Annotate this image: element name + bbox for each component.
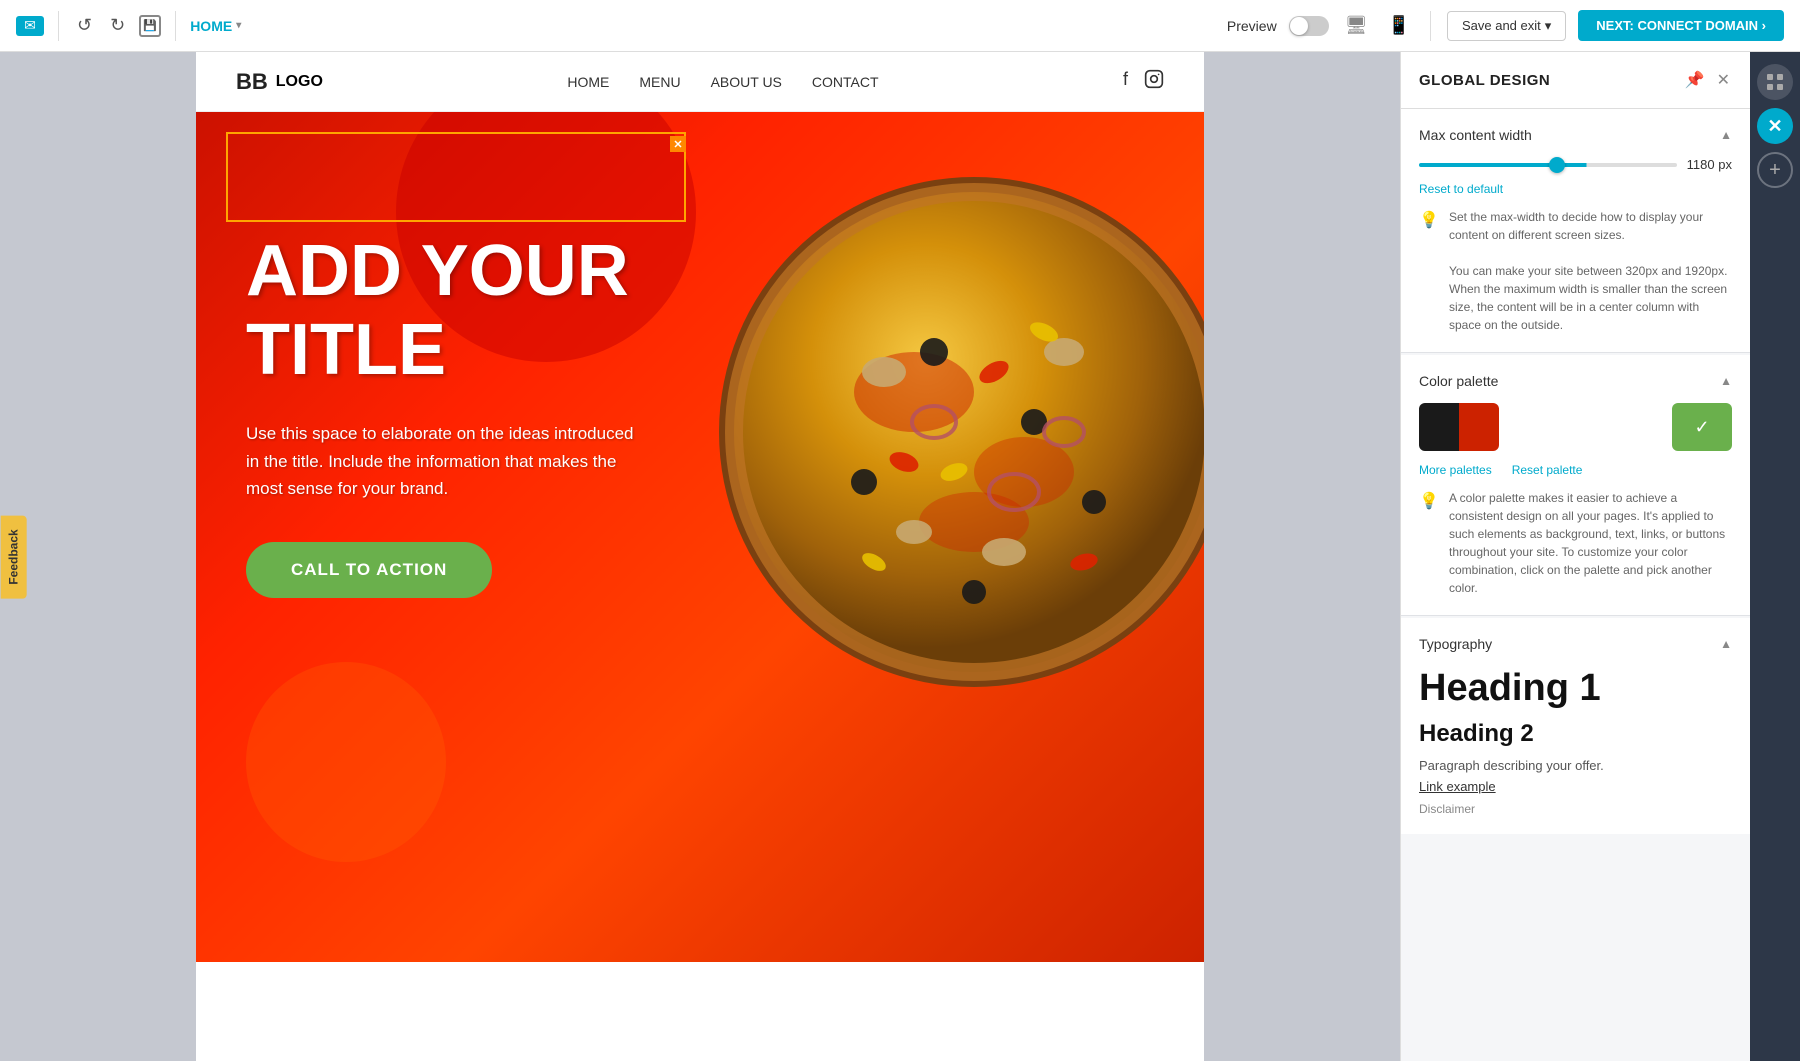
add-element-button[interactable]: + (1757, 152, 1793, 188)
pizza-image (714, 172, 1204, 692)
preview-label: Preview (1227, 18, 1277, 34)
panel-pin-button[interactable]: 📌 (1683, 68, 1707, 92)
nav-logo: BB LOGO (236, 69, 323, 95)
panel-close-button[interactable]: ✕ (1715, 68, 1732, 92)
toolbar: ↺ ↻ 💾 HOME ▾ Preview 🖥 📱 Save and exit ▾… (0, 0, 1800, 52)
section-title-palette: Color palette (1419, 373, 1498, 389)
right-panel: GLOBAL DESIGN 📌 ✕ Max content width ▲ 11… (1400, 52, 1750, 1061)
nav-links: HOME MENU ABOUT US CONTACT (567, 74, 878, 90)
bulb-icon-palette: 💡 (1419, 491, 1439, 511)
plus-icon: + (1769, 159, 1781, 182)
home-dropdown[interactable]: HOME ▾ (190, 18, 241, 34)
chevron-up-icon-typo[interactable]: ▲ (1720, 637, 1732, 651)
bulb-icon: 💡 (1419, 210, 1439, 230)
nav-contact[interactable]: CONTACT (812, 74, 879, 90)
next-connect-domain-button[interactable]: NEXT: CONNECT DOMAIN › (1578, 10, 1784, 41)
site-nav: BB LOGO HOME MENU ABOUT US CONTACT f (196, 52, 1204, 112)
save-icon[interactable]: 💾 (139, 15, 161, 37)
logo-bb: BB (236, 69, 268, 95)
info-row-width: 💡 Set the max-width to decide how to dis… (1419, 208, 1732, 334)
disclaimer-preview: Disclaimer (1419, 802, 1732, 816)
redo-button[interactable]: ↻ (106, 11, 129, 40)
toolbar-right: Preview 🖥 📱 Save and exit ▾ NEXT: CONNEC… (1227, 10, 1784, 41)
instagram-icon[interactable] (1144, 69, 1164, 94)
email-icon[interactable] (16, 16, 44, 36)
cta-button[interactable]: CALL TO ACTION (246, 542, 492, 598)
selection-handle[interactable] (670, 136, 686, 152)
feedback-tab[interactable]: Feedback (1, 515, 27, 598)
bg-circle-2 (246, 662, 446, 862)
toolbar-left: ↺ ↻ 💾 HOME ▾ (16, 11, 1215, 41)
swatch-black (1419, 403, 1459, 451)
slider-value: 1180 px (1687, 157, 1732, 172)
chevron-up-icon-palette[interactable]: ▲ (1720, 374, 1732, 388)
info-row-palette: 💡 A color palette makes it easier to ach… (1419, 489, 1732, 597)
paragraph-preview: Paragraph describing your offer. (1419, 756, 1732, 776)
more-palettes-link[interactable]: More palettes (1419, 463, 1492, 477)
hero-description: Use this space to elaborate on the ideas… (246, 420, 636, 502)
link-example[interactable]: Link example (1419, 779, 1732, 794)
structure-icon (1766, 73, 1784, 91)
heading2-preview: Heading 2 (1419, 720, 1732, 748)
save-exit-button[interactable]: Save and exit ▾ (1447, 11, 1566, 41)
color-palette-section: Color palette ▲ ✓ More palettes Reset pa… (1401, 355, 1750, 616)
heading1-preview: Heading 1 (1419, 666, 1732, 712)
desktop-icon[interactable]: 🖥 (1341, 11, 1372, 40)
chevron-down-icon: ▾ (236, 20, 241, 31)
pizza-svg (714, 172, 1204, 692)
section-header-width: Max content width ▲ (1419, 127, 1732, 143)
typography-header: Typography ▲ (1419, 636, 1732, 652)
width-slider[interactable] (1419, 163, 1677, 167)
swatch-red (1459, 403, 1499, 451)
color-swatch-green[interactable]: ✓ (1672, 403, 1732, 451)
facebook-icon[interactable]: f (1123, 69, 1128, 94)
info-text-width: Set the max-width to decide how to displ… (1449, 208, 1732, 334)
nav-menu[interactable]: MENU (639, 74, 680, 90)
close-x-button[interactable]: ✕ (1757, 108, 1793, 144)
typography-section: Typography ▲ Heading 1 Heading 2 Paragra… (1401, 618, 1750, 834)
website-preview: BB LOGO HOME MENU ABOUT US CONTACT f (196, 52, 1204, 1061)
main-area: Feedback BB LOGO HOME MENU ABOUT US CONT… (0, 52, 1800, 1061)
chevron-down-icon: ▾ (1545, 18, 1552, 34)
nav-social: f (1123, 69, 1164, 94)
logo-text: LOGO (276, 73, 323, 91)
panel-header: GLOBAL DESIGN 📌 ✕ (1401, 52, 1750, 109)
far-right-sidebar: ✕ + (1750, 52, 1800, 1061)
preview-toggle[interactable] (1289, 16, 1329, 36)
reset-palette-link[interactable]: Reset palette (1512, 463, 1583, 477)
slider-row: 1180 px (1419, 157, 1732, 172)
hero-section: ADD YOUR TITLE Use this space to elabora… (196, 112, 1204, 962)
palette-row: ✓ (1419, 403, 1732, 451)
color-swatch-dark-red[interactable] (1419, 403, 1499, 451)
max-content-width-section: Max content width ▲ 1180 px Reset to def… (1401, 109, 1750, 353)
undo-button[interactable]: ↺ (73, 11, 96, 40)
typography-title: Typography (1419, 636, 1492, 652)
mobile-icon[interactable]: 📱 (1384, 11, 1414, 40)
x-icon: ✕ (1767, 116, 1782, 137)
section-header-palette: Color palette ▲ (1419, 373, 1732, 389)
palette-links: More palettes Reset palette (1419, 463, 1732, 477)
panel-title: GLOBAL DESIGN (1419, 72, 1550, 89)
canvas: Feedback BB LOGO HOME MENU ABOUT US CONT… (0, 52, 1400, 1061)
info-text-palette: A color palette makes it easier to achie… (1449, 489, 1732, 597)
chevron-up-icon[interactable]: ▲ (1720, 128, 1732, 142)
toggle-knob (1290, 17, 1308, 35)
nav-about[interactable]: ABOUT US (711, 74, 782, 90)
section-title-width: Max content width (1419, 127, 1532, 143)
reset-to-default-link[interactable]: Reset to default (1419, 182, 1503, 196)
nav-home[interactable]: HOME (567, 74, 609, 90)
panel-header-icons: 📌 ✕ (1683, 68, 1732, 92)
selection-box (226, 132, 686, 222)
home-dropdown-label: HOME (190, 18, 232, 34)
hero-title: ADD YOUR TITLE (246, 232, 666, 390)
site-structure-button[interactable] (1757, 64, 1793, 100)
